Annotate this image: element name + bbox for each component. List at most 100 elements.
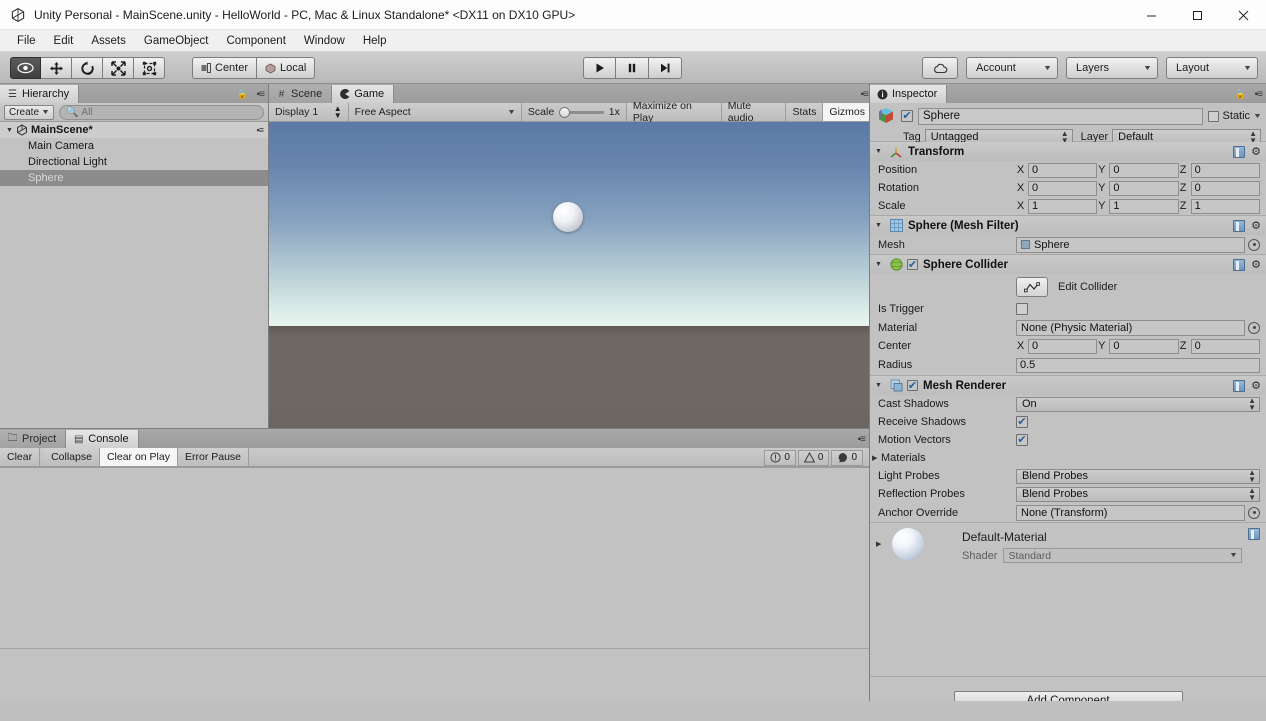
hierarchy-item-main-camera[interactable]: Main Camera [0,138,268,154]
mesh-object-field[interactable]: Sphere [1016,236,1245,253]
center-x-input[interactable]: 0 [1028,338,1098,354]
position-x-input[interactable]: 0 [1028,162,1098,178]
warning-counter[interactable]: 0 [797,449,830,466]
error-counter[interactable]: 0 [764,449,796,466]
minimize-button[interactable] [1128,0,1174,30]
cloud-button[interactable] [922,57,958,79]
light-probes-dropdown[interactable]: Blend Probes ▲ ▼ [1016,468,1260,484]
rotate-tool-button[interactable] [72,57,103,79]
scene-menu-icon[interactable]: ▪≡ [257,125,265,135]
console-messages-area[interactable] [0,467,869,701]
hierarchy-search-input[interactable]: 🔍 All [58,104,264,120]
move-tool-button[interactable] [41,57,72,79]
edit-collider-button[interactable] [1016,277,1048,297]
reflection-probes-dropdown[interactable]: Blend Probes ▲ ▼ [1016,486,1260,502]
panel-menu-icon[interactable]: ▪≡ [858,434,866,445]
mesh-filter-header[interactable]: ▼ Sphere (Mesh Filter) ⚙ [870,216,1266,235]
clear-on-play-button[interactable]: Clear on Play [99,448,178,466]
scale-x-input[interactable]: 1 [1028,198,1098,214]
create-button[interactable]: Create ▼ [4,104,54,120]
scale-tool-button[interactable] [103,57,134,79]
hand-tool-button[interactable] [10,57,41,79]
scale-slider-knob[interactable] [559,106,571,118]
rotation-x-input[interactable]: 0 [1028,180,1098,196]
pivot-toggle-button[interactable]: Center [192,57,258,79]
close-button[interactable] [1220,0,1266,30]
menu-window[interactable]: Window [295,33,354,49]
sphere-collider-enabled-checkbox[interactable] [907,259,918,270]
motion-vectors-checkbox[interactable] [1016,434,1028,446]
static-checkbox[interactable] [1207,110,1219,122]
collider-material-picker-button[interactable] [1248,321,1260,334]
mesh-renderer-enabled-checkbox[interactable] [907,380,918,391]
menu-assets[interactable]: Assets [82,33,135,49]
play-button[interactable] [583,57,616,79]
lock-icon[interactable]: 🔒 [1235,89,1246,100]
chevron-down-icon[interactable]: ▼ [875,148,884,155]
materials-row[interactable]: ▶ Materials [870,449,1266,467]
chevron-down-icon[interactable]: ▼ [1253,113,1262,120]
shader-dropdown[interactable]: Standard ▼ [1003,548,1242,563]
static-toggle-group[interactable]: Static ▼ [1207,110,1262,122]
transform-header[interactable]: ▼ Transform ⚙ [870,142,1266,161]
is-trigger-checkbox[interactable] [1016,303,1028,315]
panel-menu-icon[interactable]: ▪≡ [861,89,869,100]
tab-console[interactable]: ▤ Console [66,430,139,448]
menu-edit[interactable]: Edit [45,33,83,49]
pause-button[interactable] [616,57,649,79]
material-help-book-icon[interactable] [1248,528,1260,540]
chevron-down-icon[interactable]: ▼ [4,127,15,134]
cast-shadows-dropdown[interactable]: On ▲ ▼ [1016,396,1260,412]
clear-button[interactable]: Clear [0,448,41,466]
hierarchy-scene-row[interactable]: ▼ MainScene* ▪≡ [0,122,268,138]
display-dropdown[interactable]: Display 1 ▲ ▼ [269,103,349,121]
aspect-dropdown[interactable]: Free Aspect ▼ [348,103,522,121]
tab-project[interactable]: 🗀 Project [0,430,67,448]
menu-component[interactable]: Component [217,33,294,49]
stats-button[interactable]: Stats [786,103,824,121]
tab-scene[interactable]: # Scene [269,85,333,103]
tab-game[interactable]: Game [332,85,395,103]
help-book-icon[interactable] [1233,219,1246,232]
chevron-down-icon[interactable]: ▼ [875,382,884,389]
space-toggle-button[interactable]: Local [257,57,316,79]
scale-slider[interactable] [559,106,604,118]
panel-menu-icon[interactable]: ▪≡ [257,89,265,100]
gameobject-name-input[interactable]: Sphere [918,107,1203,125]
radius-input[interactable]: 0.5 [1016,357,1260,373]
panel-menu-icon[interactable]: ▪≡ [1255,89,1263,100]
tab-hierarchy[interactable]: ☰ Hierarchy [0,85,80,103]
rotation-z-input[interactable]: 0 [1190,180,1260,196]
gizmos-button[interactable]: Gizmos [823,103,872,121]
mesh-picker-button[interactable] [1248,238,1260,251]
step-button[interactable] [649,57,682,79]
chevron-down-icon[interactable]: ▼ [875,261,884,268]
help-book-icon[interactable] [1233,379,1246,392]
scale-z-input[interactable]: 1 [1190,198,1260,214]
collapse-button[interactable]: Collapse [44,448,100,466]
scale-slider-group[interactable]: Scale 1x [522,103,626,121]
chevron-right-icon[interactable]: ▶ [872,454,881,462]
anchor-override-field[interactable]: None (Transform) [1016,504,1245,521]
game-render-canvas[interactable] [269,122,872,428]
rotation-y-input[interactable]: 0 [1109,180,1179,196]
account-dropdown[interactable]: Account ▼ [966,57,1058,79]
console-splitter[interactable] [0,648,869,649]
log-counter[interactable]: 0 [831,449,863,466]
gear-icon[interactable]: ⚙ [1251,379,1261,392]
scale-y-input[interactable]: 1 [1109,198,1179,214]
anchor-override-picker-button[interactable] [1248,506,1260,519]
center-y-input[interactable]: 0 [1109,338,1179,354]
rect-tool-button[interactable] [134,57,165,79]
help-book-icon[interactable] [1233,145,1246,158]
position-z-input[interactable]: 0 [1190,162,1260,178]
add-component-button[interactable]: Add Component [953,691,1183,701]
gear-icon[interactable]: ⚙ [1251,258,1261,271]
hierarchy-item-sphere[interactable]: Sphere [0,170,268,186]
menu-file[interactable]: File [8,33,45,49]
tab-inspector[interactable]: Inspector [870,85,948,103]
error-pause-button[interactable]: Error Pause [177,448,250,466]
gear-icon[interactable]: ⚙ [1251,219,1261,232]
layers-dropdown[interactable]: Layers ▼ [1066,57,1158,79]
receive-shadows-checkbox[interactable] [1016,416,1028,428]
